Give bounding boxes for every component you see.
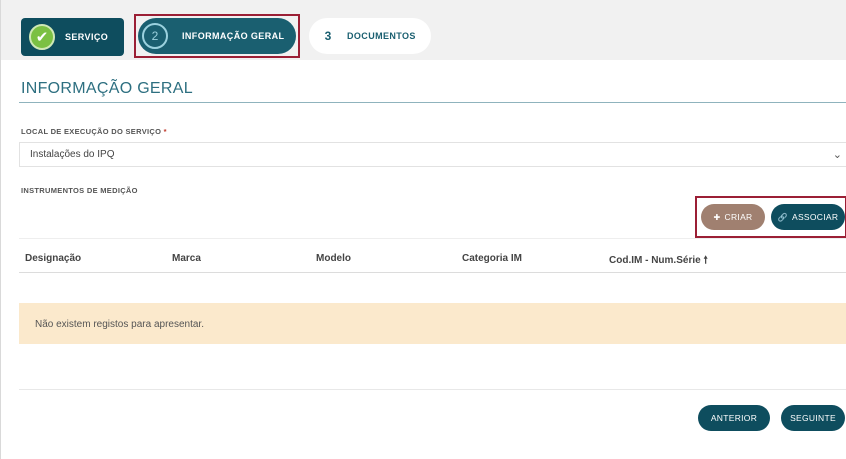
- criar-label: CRIAR: [724, 212, 753, 222]
- step-documentos[interactable]: 3 DOCUMENTOS: [309, 18, 431, 54]
- plus-circle-icon: ✚: [713, 212, 721, 222]
- sort-up-icon: 🠕: [703, 255, 708, 266]
- step-number: 3: [324, 29, 332, 43]
- step-label: DOCUMENTOS: [347, 31, 416, 41]
- chevron-down-icon: ⌄: [832, 149, 842, 161]
- associar-button[interactable]: 🔗 ASSOCIAR: [771, 204, 845, 230]
- divider: [19, 102, 846, 103]
- column-header-codim-label: Cod.IM - Num.Série: [609, 255, 701, 266]
- column-header-designacao[interactable]: Designação: [25, 253, 81, 264]
- step-servico[interactable]: ✔ SERVIÇO: [21, 18, 124, 56]
- column-header-categoria[interactable]: Categoria IM: [462, 253, 522, 264]
- required-mark: *: [163, 127, 167, 136]
- local-label-text: LOCAL DE EXECUÇÃO DO SERVIÇO: [21, 127, 162, 136]
- divider: [19, 389, 846, 390]
- page: ✔ SERVIÇO 2 INFORMAÇÃO GERAL 3 DOCUMENTO…: [0, 0, 846, 459]
- column-header-modelo[interactable]: Modelo: [316, 253, 351, 264]
- link-icon: 🔗: [777, 212, 788, 222]
- step-highlight-box: 2 INFORMAÇÃO GERAL: [134, 14, 300, 58]
- section-title: INFORMAÇÃO GERAL: [21, 80, 193, 97]
- seguinte-button[interactable]: SEGUINTE: [781, 405, 845, 431]
- step-number: 2: [142, 23, 168, 49]
- anterior-button[interactable]: ANTERIOR: [698, 405, 770, 431]
- step-informacao-geral[interactable]: 2 INFORMAÇÃO GERAL: [138, 18, 296, 54]
- step-label: INFORMAÇÃO GERAL: [182, 31, 285, 41]
- associar-label: ASSOCIAR: [791, 212, 839, 222]
- divider: [19, 238, 846, 239]
- criar-button[interactable]: ✚ CRIAR: [701, 204, 765, 230]
- empty-state: Não existem registos para apresentar.: [19, 303, 846, 344]
- step-label: SERVIÇO: [65, 32, 109, 42]
- empty-message: Não existem registos para apresentar.: [35, 319, 204, 330]
- instruments-label: INSTRUMENTOS DE MEDIÇÃO: [21, 186, 138, 195]
- table-header: Designação Marca Modelo Categoria IM Cod…: [19, 240, 846, 272]
- stepper: ✔ SERVIÇO 2 INFORMAÇÃO GERAL 3 DOCUMENTO…: [1, 0, 846, 60]
- check-icon: ✔: [29, 24, 55, 50]
- local-label: LOCAL DE EXECUÇÃO DO SERVIÇO *: [21, 127, 167, 136]
- column-header-codim[interactable]: Cod.IM - Num.Série 🠕: [609, 253, 708, 270]
- column-header-marca[interactable]: Marca: [172, 253, 201, 264]
- divider: [19, 272, 846, 273]
- local-select[interactable]: Instalações do IPQ ⌄: [19, 142, 846, 167]
- local-select-value: Instalações do IPQ: [30, 149, 115, 160]
